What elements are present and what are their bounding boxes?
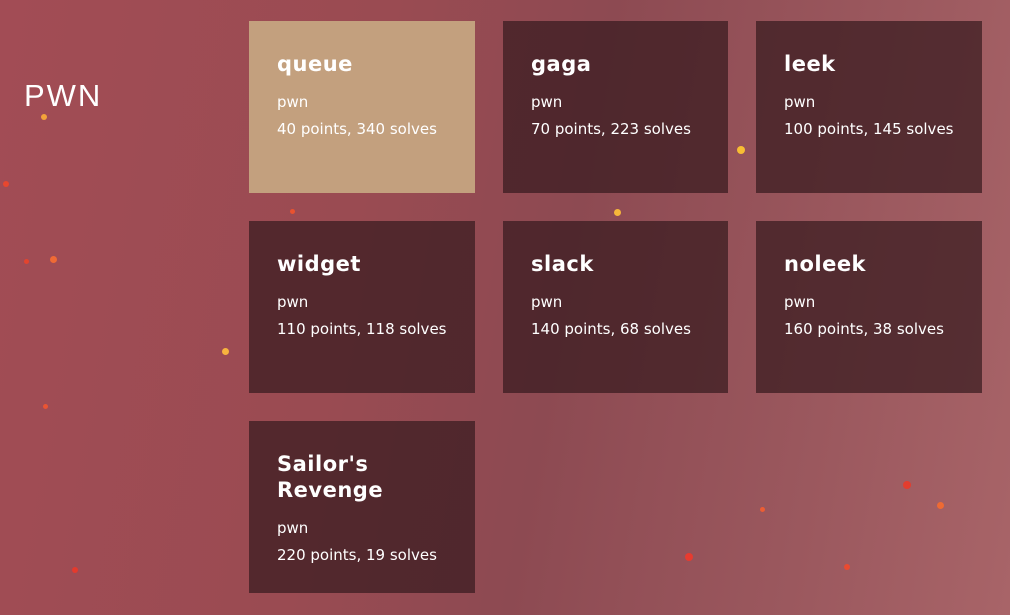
challenge-category: pwn	[277, 293, 309, 311]
challenge-stats: 140 points, 68 solves	[531, 320, 691, 338]
challenge-name: Sailor's Revenge	[277, 452, 384, 502]
challenge-category: pwn	[277, 93, 309, 111]
particle	[222, 348, 229, 355]
challenge-card[interactable]: noleek pwn 160 points, 38 solves	[756, 221, 982, 393]
challenge-name: noleek	[784, 252, 867, 276]
challenge-stats: 40 points, 340 solves	[277, 120, 437, 138]
particle	[50, 256, 57, 263]
challenge-card[interactable]: Sailor's Revenge pwn 220 points, 19 solves	[249, 421, 475, 593]
particle	[3, 181, 9, 187]
challenge-card[interactable]: slack pwn 140 points, 68 solves	[503, 221, 728, 393]
challenge-card[interactable]: leek pwn 100 points, 145 solves	[756, 21, 982, 193]
challenge-stats: 70 points, 223 solves	[531, 120, 691, 138]
particle	[41, 114, 47, 120]
challenge-card[interactable]: widget pwn 110 points, 118 solves	[249, 221, 475, 393]
challenge-name: widget	[277, 252, 361, 276]
challenge-stats: 160 points, 38 solves	[784, 320, 944, 338]
particle	[43, 404, 48, 409]
challenge-grid: queue pwn 40 points, 340 solves gaga pwn 70 p…	[249, 21, 982, 593]
challenge-card[interactable]: queue pwn 40 points, 340 solves	[249, 21, 475, 193]
challenge-category: pwn	[784, 93, 816, 111]
challenge-category: pwn	[277, 519, 309, 537]
particle	[72, 567, 78, 573]
challenge-category: pwn	[531, 293, 563, 311]
challenge-stats: 220 points, 19 solves	[277, 546, 437, 564]
challenge-stats: 100 points, 145 solves	[784, 120, 954, 138]
challenge-category: pwn	[784, 293, 816, 311]
challenge-card[interactable]: gaga pwn 70 points, 223 solves	[503, 21, 728, 193]
challenge-category: pwn	[531, 93, 563, 111]
challenge-stats: 110 points, 118 solves	[277, 320, 447, 338]
challenge-name: queue	[277, 52, 353, 76]
particle	[24, 259, 29, 264]
category-title: PWN	[24, 78, 103, 113]
challenge-name: gaga	[531, 52, 592, 76]
challenge-name: slack	[531, 252, 594, 276]
challenge-name: leek	[784, 52, 836, 76]
